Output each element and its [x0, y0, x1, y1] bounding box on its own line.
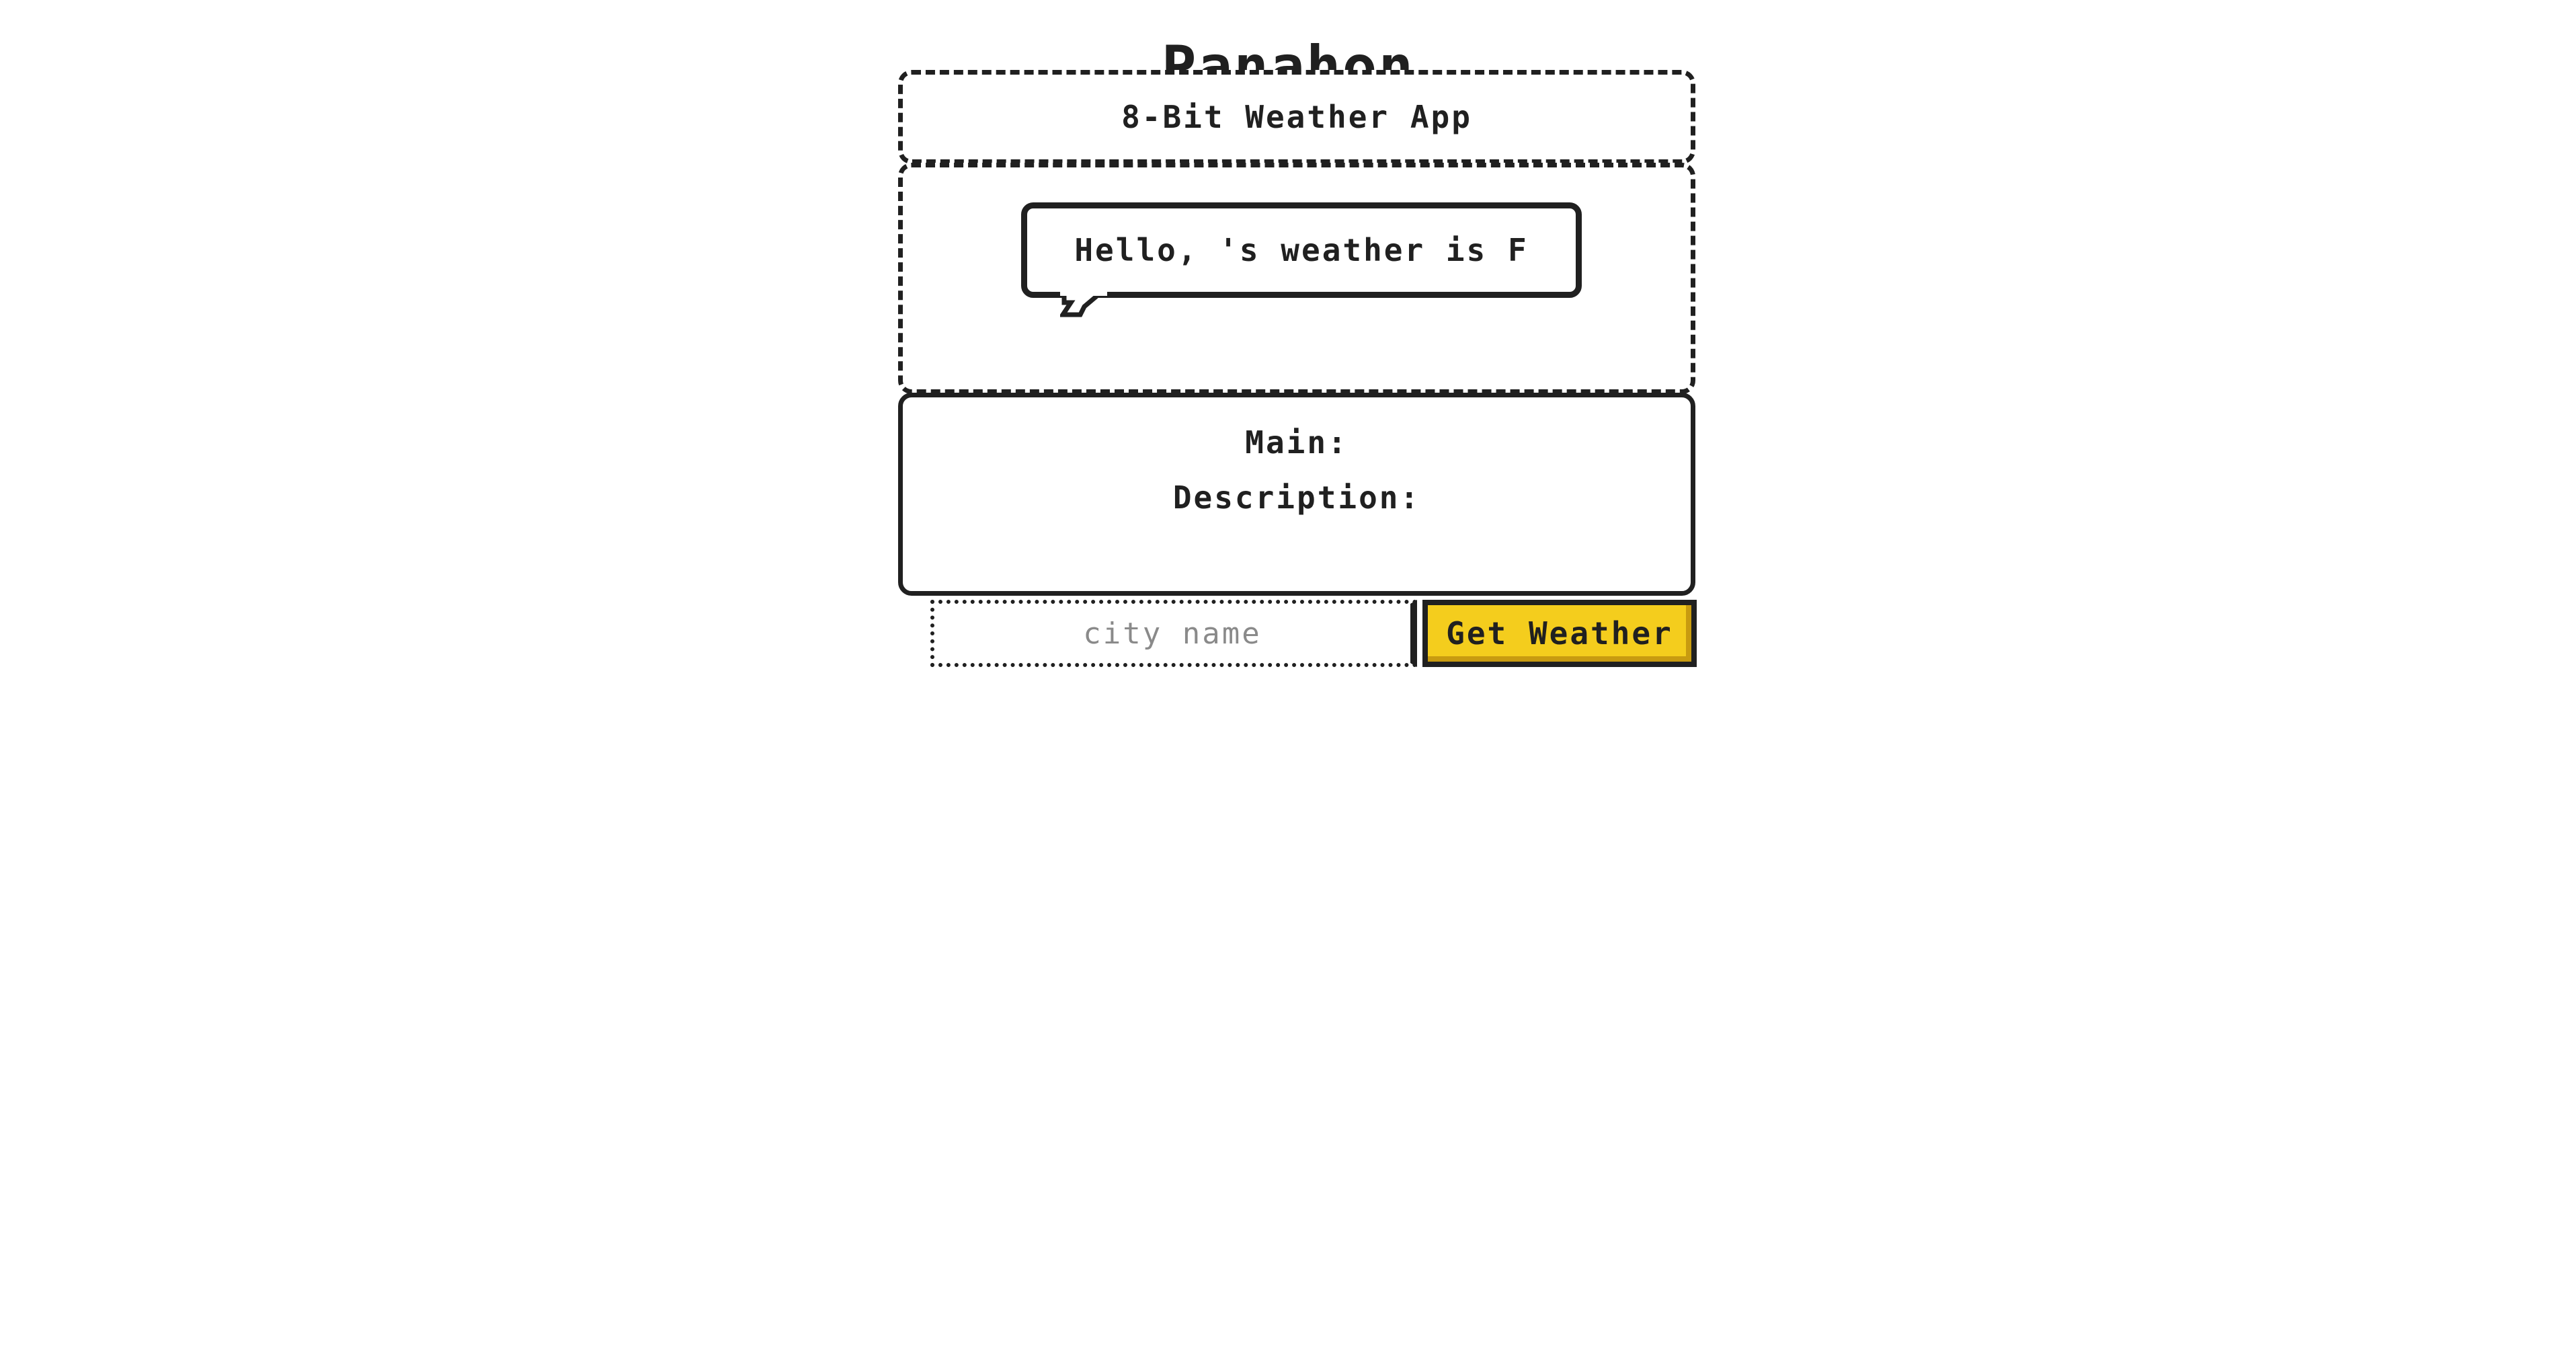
- main-label: Main:: [1245, 424, 1349, 461]
- greeting-panel: Hello, 's weather is F: [898, 163, 1695, 394]
- search-row: Get Weather: [930, 596, 1697, 671]
- get-weather-button[interactable]: Get Weather: [1422, 600, 1697, 667]
- city-name-input[interactable]: [930, 600, 1417, 667]
- weather-greeting: Hello, 's weather is F: [1074, 232, 1529, 268]
- weather-details-panel: Main: Description:: [898, 393, 1695, 596]
- subtitle-panel: 8-Bit Weather App: [898, 70, 1695, 164]
- speech-bubble-tail-icon: [1060, 292, 1107, 317]
- description-label: Description:: [1172, 479, 1421, 516]
- speech-bubble: Hello, 's weather is F: [1021, 202, 1582, 298]
- app-subtitle: 8-Bit Weather App: [1121, 99, 1472, 135]
